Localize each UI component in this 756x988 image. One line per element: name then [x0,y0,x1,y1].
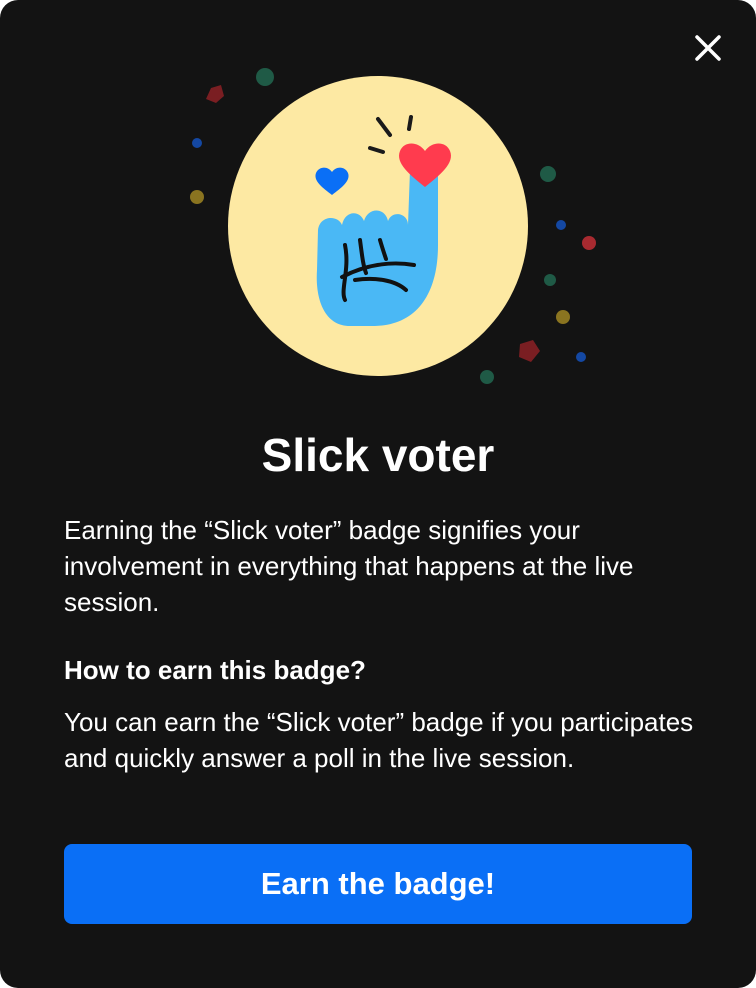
badge-dialog: Slick voter Earning the “Slick voter” ba… [0,0,756,988]
badge-illustration [190,68,596,384]
badge-description: Earning the “Slick voter” badge signifie… [64,515,634,617]
close-button[interactable] [690,30,726,66]
how-to-earn-text: You can earn the “Slick voter” badge if … [64,707,694,773]
badge-title: Slick voter [261,429,495,481]
earn-badge-button[interactable]: Earn the badge! [64,844,692,924]
close-icon [695,35,721,61]
how-to-earn-heading: How to earn this badge? [64,655,366,685]
